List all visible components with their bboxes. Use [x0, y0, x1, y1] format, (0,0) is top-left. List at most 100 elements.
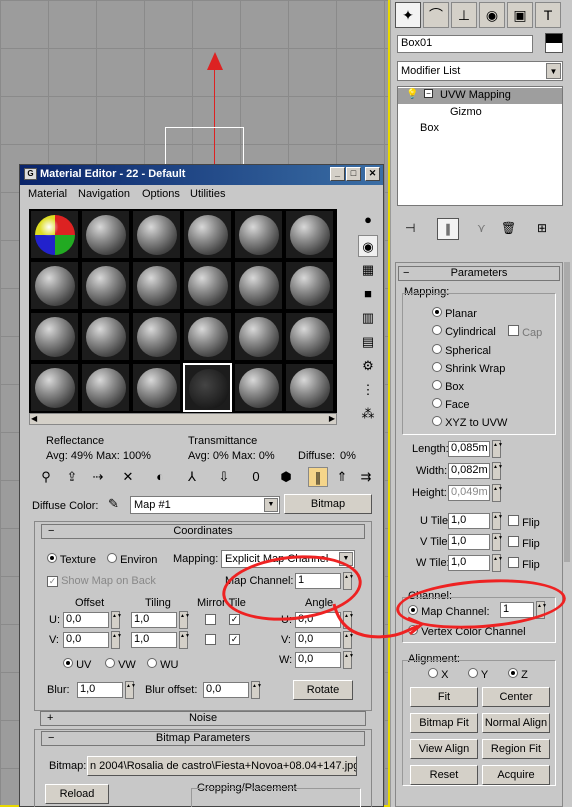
go-to-parent-icon[interactable]: ⇑ [332, 467, 352, 487]
sample-slot-selected[interactable] [183, 363, 232, 412]
radio-spherical[interactable]: Spherical [432, 344, 491, 357]
options-icon[interactable]: ⚙ [358, 355, 378, 377]
menu-navigation[interactable]: Navigation [78, 188, 130, 200]
u-tiling-spinner[interactable]: ▲▼ [179, 611, 190, 629]
map-name-dropdown[interactable]: Map #1 ▼ [130, 496, 280, 514]
pin-stack-icon[interactable]: ⊣ [405, 221, 415, 235]
sample-slot[interactable] [285, 261, 334, 310]
noise-rollout-title[interactable]: + Noise [40, 711, 366, 726]
radio-face[interactable]: Face [432, 398, 470, 411]
scroll-left-icon[interactable]: ◀ [31, 414, 37, 423]
lightbulb-icon[interactable]: 💡 [406, 89, 418, 100]
sample-slot[interactable] [81, 261, 130, 310]
u-mirror-checkbox[interactable] [205, 614, 216, 625]
get-material-icon[interactable]: ⚲ [36, 467, 56, 487]
collapse-icon[interactable]: − [424, 89, 433, 98]
radio-cylindrical[interactable]: Cylindrical [432, 325, 496, 338]
sample-slot[interactable] [81, 312, 130, 361]
modify-tab-icon[interactable]: ⌒ [423, 2, 449, 28]
sample-slot[interactable] [285, 210, 334, 259]
sample-slot[interactable] [81, 210, 130, 259]
show-map-in-viewport-icon[interactable]: ⬢ [276, 467, 296, 487]
make-unique-icon[interactable]: ⅄ [182, 467, 202, 487]
create-tab-icon[interactable]: ✦ [395, 2, 421, 28]
rotate-button[interactable]: Rotate [293, 680, 353, 700]
remove-modifier-icon[interactable]: 🗑 [501, 221, 516, 235]
radio-shrink-wrap[interactable]: Shrink Wrap [432, 362, 505, 375]
sample-slot[interactable] [30, 312, 79, 361]
w-tile-field[interactable]: 1,0 [448, 555, 490, 571]
go-forward-to-sibling-icon[interactable]: ⇉ [356, 467, 376, 487]
pick-material-icon[interactable]: ✎ [108, 496, 119, 512]
show-end-result-icon[interactable]: ∥ [437, 218, 459, 240]
minimize-icon[interactable]: _ [330, 167, 345, 181]
width-field[interactable]: 0,082m [448, 463, 490, 479]
sample-slot[interactable] [234, 261, 283, 310]
show-map-on-back-checkbox[interactable]: ✓ Show Map on Back [47, 575, 156, 587]
blur-offset-spinner[interactable]: ▲▼ [251, 681, 262, 699]
backlight-icon[interactable]: ◉ [358, 235, 378, 257]
coordinates-rollout-title[interactable]: − Coordinates [41, 524, 365, 539]
center-button[interactable]: Center [482, 687, 550, 707]
menu-material[interactable]: Material [28, 188, 67, 200]
sample-slot[interactable] [183, 210, 232, 259]
u-tile-checkbox[interactable]: ✓ [229, 614, 240, 625]
u-tiling-field[interactable]: 1,0 [131, 612, 177, 628]
v-flip-checkbox[interactable]: Flip [508, 536, 540, 550]
sample-slot[interactable] [132, 312, 181, 361]
radio-planar[interactable]: Planar [432, 307, 477, 320]
blur-spinner[interactable]: ▲▼ [125, 681, 136, 699]
sample-slot[interactable] [183, 261, 232, 310]
v-mirror-checkbox[interactable] [205, 634, 216, 645]
sample-slot[interactable] [183, 312, 232, 361]
sample-slot[interactable] [132, 363, 181, 412]
cap-checkbox[interactable]: Cap [508, 325, 542, 339]
sample-slot[interactable] [234, 312, 283, 361]
w-angle-field[interactable]: 0,0 [295, 652, 341, 668]
w-angle-spinner[interactable]: ▲▼ [343, 651, 354, 669]
sample-slot[interactable] [81, 363, 130, 412]
stack-item-gizmo[interactable]: Gizmo [450, 106, 482, 118]
copy-material-icon[interactable]: ◐ [150, 467, 170, 487]
show-end-result-icon[interactable]: ∥ [308, 467, 328, 487]
sample-slot[interactable] [30, 261, 79, 310]
bitmap-path-button[interactable]: n 2004\Rosalia de castro\Fiesta+Novoa+08… [87, 756, 357, 776]
bitmap-fit-button[interactable]: Bitmap Fit [410, 713, 478, 733]
bitmap-parameters-rollout-title[interactable]: − Bitmap Parameters [41, 731, 365, 746]
material-editor-titlebar[interactable]: G Material Editor - 22 - Default _ □ ✕ [20, 165, 383, 185]
v-tile-checkbox[interactable]: ✓ [229, 634, 240, 645]
utilities-tab-icon[interactable]: T [535, 2, 561, 28]
sample-slot[interactable] [285, 312, 334, 361]
height-field[interactable]: 0,049m [448, 485, 490, 501]
motion-tab-icon[interactable]: ◉ [479, 2, 505, 28]
map-type-button[interactable]: Bitmap [284, 494, 372, 514]
length-spinner[interactable]: ▲▼ [492, 440, 503, 458]
v-offset-field[interactable]: 0,0 [63, 632, 109, 648]
u-tile-field[interactable]: 1,0 [448, 513, 490, 529]
object-name-field[interactable]: Box01 [397, 35, 533, 53]
modifier-list-dropdown[interactable]: Modifier List ▼ [397, 61, 563, 81]
radio-box[interactable]: Box [432, 380, 464, 393]
width-spinner[interactable]: ▲▼ [492, 462, 503, 480]
height-spinner[interactable]: ▲▼ [492, 484, 503, 502]
sample-slot[interactable] [132, 210, 181, 259]
chevron-down-icon[interactable]: ▼ [264, 498, 278, 512]
panel-scrollbar[interactable] [564, 262, 570, 562]
menu-utilities[interactable]: Utilities [190, 188, 225, 200]
object-color-swatch[interactable] [545, 33, 563, 53]
fit-button[interactable]: Fit [410, 687, 478, 707]
w-flip-checkbox[interactable]: Flip [508, 557, 540, 571]
scroll-right-icon[interactable]: ▶ [329, 414, 335, 423]
stack-item-box[interactable]: Box [420, 122, 439, 134]
select-by-material-icon[interactable]: ⋮ [358, 379, 378, 401]
make-preview-icon[interactable]: ▤ [358, 331, 378, 353]
assign-material-icon[interactable]: ⇢ [88, 467, 108, 487]
close-icon[interactable]: ✕ [365, 167, 380, 181]
radio-axis-y[interactable]: Y [468, 668, 488, 681]
v-tile-field[interactable]: 1,0 [448, 534, 490, 550]
v-offset-spinner[interactable]: ▲▼ [111, 631, 122, 649]
radio-vw[interactable]: VW [105, 658, 136, 671]
v-tile-spinner[interactable]: ▲▼ [492, 533, 503, 551]
parameters-rollout-title[interactable]: − Parameters [398, 266, 560, 281]
radio-axis-z[interactable]: Z [508, 668, 528, 681]
